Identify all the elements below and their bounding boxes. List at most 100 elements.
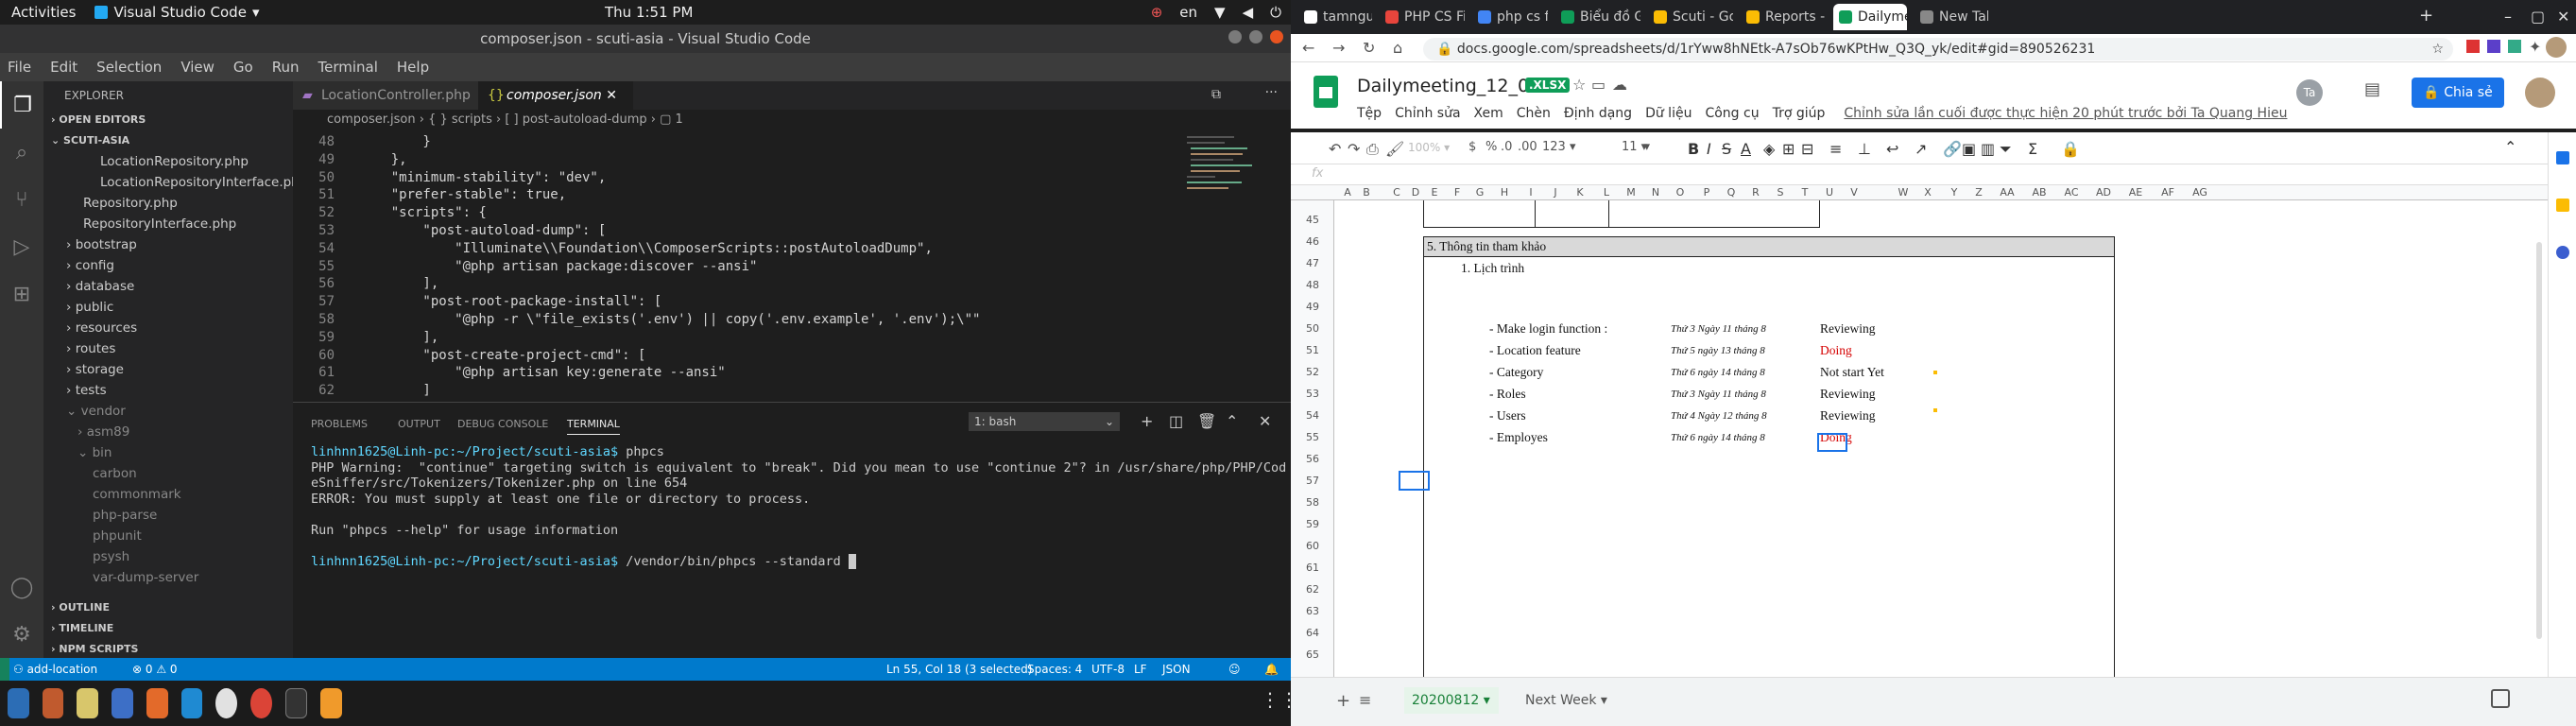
currency-icon[interactable]: $ — [1468, 140, 1476, 154]
collapse-menu-icon[interactable]: ⌃ — [2504, 138, 2516, 156]
menu-insert[interactable]: Chèn — [1517, 106, 1551, 121]
bell-icon[interactable]: 🔔 — [1264, 658, 1279, 681]
document-icon[interactable] — [112, 688, 133, 718]
file-tree-item[interactable]: › tests — [43, 380, 293, 401]
file-tree-item[interactable]: carbon — [43, 463, 293, 484]
row-header[interactable]: 47 — [1291, 257, 1334, 269]
move-folder-icon[interactable]: ▭ — [1591, 76, 1606, 94]
row-header[interactable]: 58 — [1291, 496, 1334, 509]
file-tree-item[interactable]: ⌄ vendor — [43, 401, 293, 422]
split-editor-icon[interactable]: ⧉ — [1211, 87, 1221, 102]
tab-debug-console[interactable]: DEBUG CONSOLE — [457, 418, 548, 430]
menu-edit[interactable]: Edit — [50, 59, 77, 76]
window-minimize-button[interactable]: – — [2504, 8, 2512, 26]
text-color-icon[interactable]: A — [1741, 140, 1751, 158]
paint-format-icon[interactable]: 🖌 — [1385, 140, 1404, 158]
split-terminal-icon[interactable]: ◫ — [1169, 412, 1183, 430]
file-tree-item[interactable]: RepositoryInterface.php — [43, 214, 293, 234]
search-icon[interactable]: ⌕ — [0, 129, 43, 176]
problems-count[interactable]: ⊗ 0 ⚠ 0 — [132, 658, 178, 681]
column-header[interactable]: AD — [2090, 186, 2117, 199]
row-header[interactable]: 54 — [1291, 409, 1334, 422]
undo-icon[interactable]: ↶ — [1329, 140, 1341, 158]
window-close-button[interactable]: ✕ — [2557, 8, 2569, 26]
zoom-select[interactable]: 100% ▾ — [1408, 141, 1450, 154]
sheet-tab[interactable]: Next Week ▾ — [1518, 687, 1607, 714]
number-format-select[interactable]: 123 ▾ — [1542, 140, 1576, 154]
input-method-icon[interactable]: ⊕ — [1151, 4, 1163, 21]
row-header[interactable]: 55 — [1291, 431, 1334, 443]
column-header[interactable]: J — [1542, 186, 1569, 199]
open-editors-section[interactable]: › OPEN EDITORS — [43, 110, 293, 130]
vertical-scrollbar[interactable] — [2536, 242, 2542, 639]
increase-decimal-icon[interactable]: .00 — [1518, 140, 1537, 154]
menu-view[interactable]: Xem — [1474, 106, 1503, 121]
network-icon[interactable]: ▼ — [1214, 4, 1226, 21]
row-header[interactable]: 51 — [1291, 344, 1334, 356]
file-tree-item[interactable]: › bootstrap — [43, 234, 293, 255]
column-header[interactable]: B — [1353, 186, 1380, 199]
column-header[interactable]: X — [1915, 186, 1941, 199]
files-icon[interactable] — [42, 688, 64, 718]
menu-data[interactable]: Dữ liệu — [1645, 106, 1692, 121]
explorer-icon[interactable]: ❐ — [0, 81, 43, 129]
tab-locationcontroller[interactable]: ▰ LocationController.php — [293, 81, 478, 110]
filter-icon[interactable]: ⏷ — [2000, 140, 2012, 159]
terminal-icon[interactable] — [284, 688, 308, 718]
column-header[interactable]: AB — [2026, 186, 2052, 199]
run-debug-icon[interactable]: ▷ — [0, 223, 43, 270]
file-tree-item[interactable]: psysh — [43, 546, 293, 567]
formula-bar[interactable]: fx — [1291, 164, 2548, 185]
feedback-icon[interactable]: ☺ — [1228, 658, 1241, 681]
merge-cells-icon[interactable]: ⊟ — [1801, 140, 1813, 158]
timeline-section[interactable]: › TIMELINE — [43, 618, 293, 639]
outline-section[interactable]: › OUTLINE — [43, 597, 293, 618]
browser-tab[interactable]: PHP CS Fixer — [1380, 4, 1465, 30]
indentation[interactable]: Spaces: 4 — [1027, 658, 1082, 681]
sublime-text-icon[interactable] — [320, 688, 342, 718]
new-tab-button[interactable]: + — [2419, 6, 2433, 26]
menu-edit[interactable]: Chỉnh sửa — [1395, 106, 1460, 121]
maximize-panel-icon[interactable]: ⌃ — [1226, 412, 1238, 430]
calendar-icon[interactable] — [2556, 151, 2569, 164]
column-header[interactable]: Q — [1718, 186, 1744, 199]
encoding[interactable]: UTF-8 — [1091, 658, 1125, 681]
cloud-status-icon[interactable]: ☁ — [1612, 76, 1627, 94]
git-branch[interactable]: ⚇ add-location — [13, 658, 97, 681]
column-header[interactable]: AF — [2155, 186, 2181, 199]
document-title[interactable]: Dailymeeting_12_08 — [1357, 76, 1540, 96]
code-editor[interactable]: 48 } 49 }, 50 "minimum-stability": "dev", 5… — [293, 130, 1291, 402]
row-header[interactable]: 62 — [1291, 583, 1334, 596]
menu-help[interactable]: Trợ giúp — [1773, 106, 1826, 121]
strikethrough-icon[interactable]: S — [1722, 140, 1731, 158]
file-tree-item[interactable]: phpunit — [43, 526, 293, 546]
column-header[interactable]: P — [1693, 186, 1720, 199]
bold-icon[interactable]: B — [1688, 140, 1699, 158]
column-header[interactable]: AE — [2122, 186, 2149, 199]
file-tree-item[interactable]: › asm89 — [43, 422, 293, 442]
window-maximize-button[interactable]: ▢ — [2531, 8, 2545, 26]
file-tree-item[interactable]: Repository.php — [43, 193, 293, 214]
tab-output[interactable]: OUTPUT — [398, 418, 440, 430]
back-icon[interactable]: ← — [1302, 39, 1314, 57]
browser-tab[interactable]: Scuti - Goog — [1648, 4, 1733, 30]
row-header[interactable]: 61 — [1291, 562, 1334, 574]
file-tree-item[interactable]: › config — [43, 255, 293, 276]
spreadsheet-grid[interactable]: A B C D E F G H I J K L M N O P Q R S T U V W X Y Z AA AB AC AD AE AF AG… — [1291, 185, 2548, 677]
redo-icon[interactable]: ↷ — [1348, 140, 1360, 158]
comments-icon[interactable]: ▤ — [2364, 79, 2380, 99]
add-sheet-icon[interactable]: + — [1336, 691, 1350, 711]
column-header[interactable]: W — [1890, 186, 1916, 199]
browser-tab[interactable]: New Tab — [1915, 4, 1988, 30]
more-actions-icon[interactable]: ··· — [1265, 85, 1278, 100]
volume-icon[interactable]: ◀ — [1243, 4, 1254, 21]
menu-tools[interactable]: Công cụ — [1705, 106, 1759, 121]
file-tree-item[interactable]: › resources — [43, 318, 293, 338]
percent-icon[interactable]: % — [1485, 140, 1497, 154]
row-header[interactable]: 49 — [1291, 301, 1334, 313]
column-header[interactable]: U — [1816, 186, 1843, 199]
slack-icon[interactable] — [215, 688, 238, 718]
font-size-select[interactable]: 11 ▾ — [1622, 140, 1678, 154]
minimap[interactable] — [1183, 130, 1278, 263]
print-icon[interactable]: ⎙ — [1366, 140, 1379, 159]
